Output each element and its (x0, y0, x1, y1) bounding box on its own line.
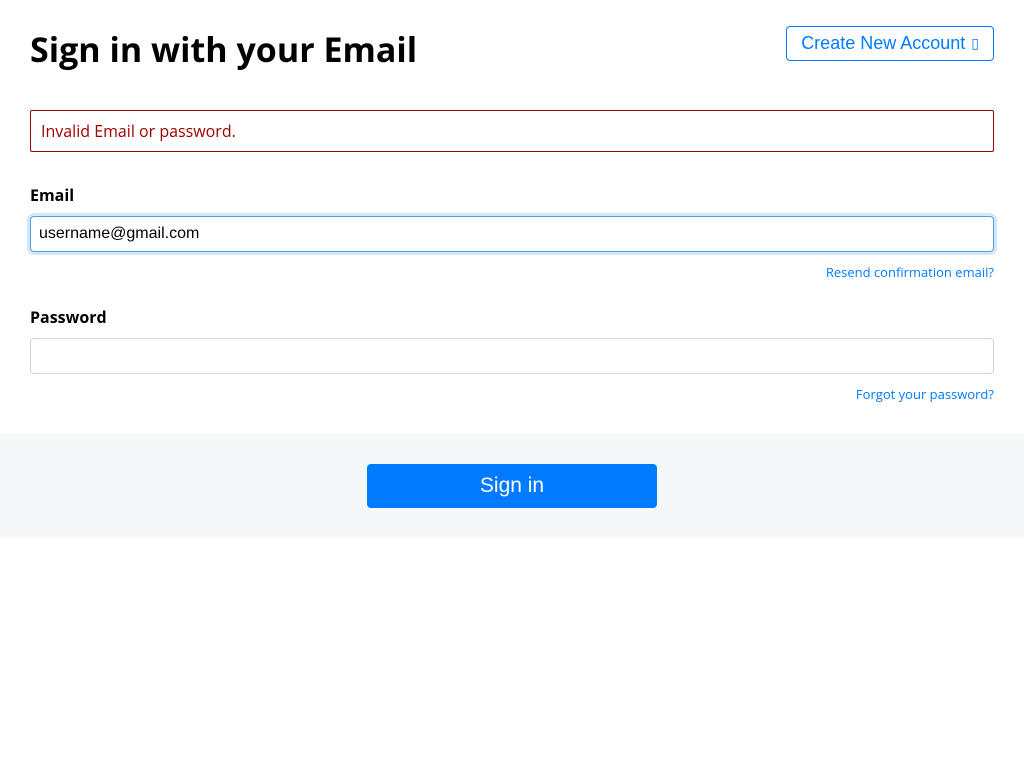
create-account-button[interactable]: Create New Account ▯ (786, 26, 994, 61)
email-field[interactable] (30, 216, 994, 252)
error-alert: Invalid Email or password. (30, 110, 994, 152)
email-label: Email (30, 184, 994, 206)
chevron-right-icon: ▯ (971, 35, 979, 52)
page-title: Sign in with your Email (30, 26, 417, 72)
create-account-label: Create New Account (801, 33, 965, 54)
footer-bar: Sign in (0, 434, 1024, 538)
forgot-password-link[interactable]: Forgot your password? (856, 385, 994, 403)
password-field[interactable] (30, 338, 994, 374)
signin-button[interactable]: Sign in (367, 464, 657, 508)
password-label: Password (30, 306, 994, 328)
resend-confirmation-link[interactable]: Resend confirmation email? (826, 263, 994, 281)
